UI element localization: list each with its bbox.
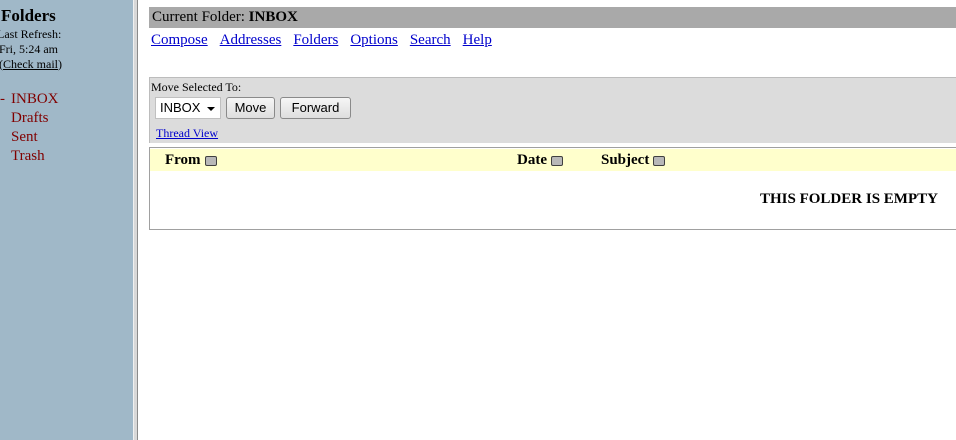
forward-button[interactable]: Forward [280, 97, 351, 119]
folder-label-trash[interactable]: Trash [11, 148, 45, 165]
column-from-label: From [165, 152, 201, 168]
message-list: From Date Subject THIS FOLDER IS EMPTY [149, 147, 956, 230]
folder-label-inbox[interactable]: INBOX [11, 91, 59, 108]
frame-divider[interactable] [133, 0, 138, 440]
sidebar-title: Folders [1, 6, 56, 25]
nav-addresses[interactable]: Addresses [220, 32, 282, 48]
move-folder-select[interactable]: INBOX [155, 97, 221, 119]
current-folder-bar: Current Folder: INBOX [149, 7, 956, 28]
column-date[interactable]: Date [517, 152, 563, 169]
nav-folders[interactable]: Folders [293, 32, 338, 48]
message-list-header: From Date Subject [150, 149, 956, 171]
sort-icon[interactable] [653, 155, 666, 166]
column-date-label: Date [517, 152, 547, 168]
current-folder-name: INBOX [248, 9, 298, 25]
nav-compose[interactable]: Compose [151, 32, 208, 48]
move-folder-value: INBOX [160, 100, 201, 115]
move-toolbar: Move Selected To: INBOX Move Forward Thr… [149, 77, 956, 143]
sort-icon[interactable] [204, 155, 217, 166]
folder-sidebar: Folders Last Refresh: Fri, 5:24 am (Chec… [0, 0, 133, 440]
folder-label-drafts[interactable]: Drafts [11, 110, 49, 127]
last-refresh-label: Last Refresh: [0, 27, 62, 41]
nav-help[interactable]: Help [463, 32, 492, 48]
check-mail-close-paren: ) [57, 57, 62, 71]
check-mail-wrapper: (Check mail) [0, 57, 62, 72]
move-selected-label: Move Selected To: [151, 80, 242, 94]
last-refresh-time: Fri, 5:24 am [0, 42, 58, 56]
empty-folder-message: THIS FOLDER IS EMPTY [760, 191, 938, 207]
current-folder-marker: - [0, 91, 5, 107]
move-button[interactable]: Move [226, 97, 275, 119]
column-from[interactable]: From [165, 152, 217, 169]
check-mail-link[interactable]: Check mail [3, 57, 58, 71]
folder-label-sent[interactable]: Sent [11, 129, 38, 146]
main-nav: Compose Addresses Folders Options Search Help [151, 32, 504, 49]
thread-view-link[interactable]: Thread View [156, 126, 218, 141]
chevron-down-icon [207, 107, 215, 111]
nav-search[interactable]: Search [410, 32, 451, 48]
column-subject[interactable]: Subject [601, 152, 666, 169]
sort-icon[interactable] [551, 155, 563, 166]
column-subject-label: Subject [601, 152, 650, 168]
nav-options[interactable]: Options [350, 32, 398, 48]
current-folder-label: Current Folder: [152, 9, 245, 25]
